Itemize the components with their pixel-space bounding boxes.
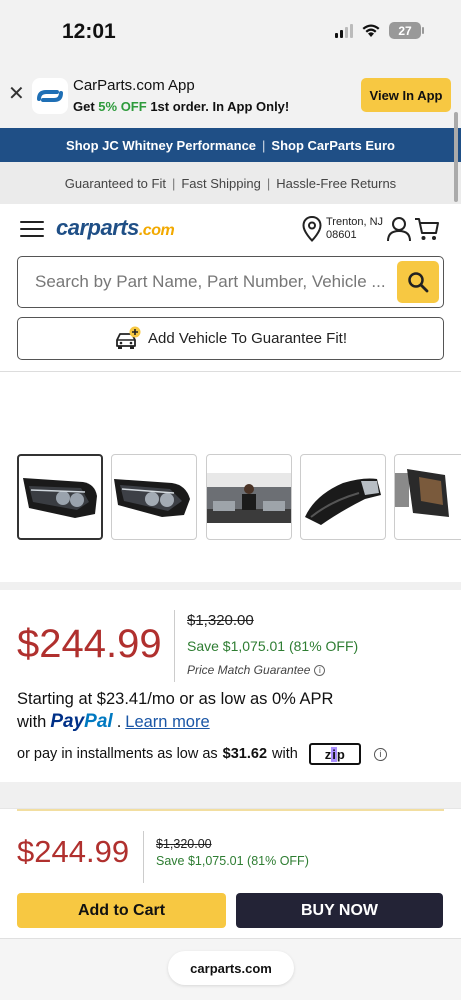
status-icons: 27 — [335, 22, 424, 39]
logo-suffix: .com — [138, 222, 175, 239]
price-divider — [143, 831, 144, 883]
thumbnail-4[interactable] — [300, 454, 386, 540]
divider — [0, 371, 461, 372]
search-icon — [408, 272, 429, 293]
price-match-label: Price Match Guarantee — [187, 663, 311, 677]
benefit-separator: | — [266, 175, 271, 191]
location-text: Trenton, NJ 08601 — [326, 216, 383, 242]
app-logo-icon — [32, 78, 68, 114]
paypal-logo-pay: Pay — [50, 711, 85, 732]
zip-prefix-text: or pay in installments as low as — [17, 746, 218, 762]
sale-price: $244.99 — [17, 622, 162, 666]
thumbnail-2[interactable] — [111, 454, 197, 540]
promo-bar: Shop JC Whitney Performance | Shop CarPa… — [0, 128, 461, 162]
banner-title: CarParts.com App — [73, 77, 195, 94]
status-time: 12:01 — [62, 20, 116, 43]
location-zip: 08601 — [326, 229, 357, 241]
zip-amount: $31.62 — [222, 746, 268, 762]
paypal-dot: . — [116, 713, 122, 731]
account-icon[interactable] — [386, 216, 412, 247]
sticky-cart-bar: $244.99 $1,320.00 Save $1,075.01 (81% OF… — [0, 808, 461, 938]
sticky-sale-price: $244.99 — [17, 834, 130, 869]
paypal-logo: PayPal — [50, 711, 112, 733]
price-match-guarantee[interactable]: Price Match Guarantee i — [187, 663, 326, 677]
benefits-bar: Guaranteed to Fit | Fast Shipping | Hass… — [0, 162, 461, 204]
site-header: carparts.com Trenton, NJ 08601 — [0, 204, 461, 254]
site-logo[interactable]: carparts.com — [56, 215, 175, 241]
sticky-original-price: $1,320.00 — [156, 837, 212, 851]
paypal-line: with PayPal . Learn more — [17, 711, 210, 733]
info-icon[interactable]: i — [373, 747, 387, 761]
thumbnail-1[interactable] — [17, 454, 103, 540]
headlight-image-icon — [305, 478, 381, 525]
buy-now-button[interactable]: BUY NOW — [236, 893, 443, 928]
status-bar: 12:01 27 — [0, 0, 461, 62]
sticky-savings-text: Save $1,075.01 (81% OFF) — [156, 854, 309, 868]
benefit-item: Hassle-Free Returns — [276, 175, 397, 191]
thumbnail-5[interactable] — [394, 454, 461, 540]
zip-with-text: with — [272, 746, 298, 762]
location-selector[interactable]: Trenton, NJ 08601 — [302, 216, 383, 242]
banner-subtitle-suffix: 1st order. In App Only! — [146, 99, 290, 114]
learn-more-link[interactable]: Learn more — [125, 713, 209, 732]
location-city: Trenton, NJ — [326, 216, 384, 228]
video-thumbnail-icon — [207, 473, 291, 523]
close-icon[interactable]: ✕ — [8, 84, 25, 104]
price-divider — [174, 610, 175, 682]
zip-logo[interactable]: zip — [308, 743, 361, 765]
banner-subtitle-prefix: Get — [73, 99, 99, 114]
zip-installments: or pay in installments as low as $31.62 … — [17, 743, 387, 765]
add-vehicle-button[interactable]: Add Vehicle To Guarantee Fit! — [17, 317, 444, 360]
browser-toolbar: carparts.com — [0, 938, 461, 1000]
add-to-cart-button[interactable]: Add to Cart — [17, 893, 226, 928]
headlight-image-icon — [114, 479, 190, 517]
carparts-euro-link[interactable]: Shop CarParts Euro — [271, 138, 395, 153]
info-icon[interactable]: i — [314, 664, 326, 676]
battery-icon: 27 — [389, 22, 424, 39]
section-separator — [0, 582, 461, 590]
benefit-item: Fast Shipping — [181, 175, 261, 191]
add-vehicle-icon — [116, 326, 141, 349]
headlight-image-icon — [395, 469, 449, 517]
paypal-financing-text: Starting at $23.41/mo or as low as 0% AP… — [17, 690, 334, 708]
image-thumbnails — [17, 454, 461, 540]
wifi-icon — [362, 24, 380, 37]
paypal-with-text: with — [17, 713, 47, 731]
discount-highlight: 5% OFF — [98, 99, 147, 114]
cart-icon[interactable] — [414, 216, 440, 247]
add-vehicle-label: Add Vehicle To Guarantee Fit! — [147, 330, 347, 347]
original-price: $1,320.00 — [187, 612, 254, 629]
search-bar: Search by Part Name, Part Number, Vehicl… — [17, 256, 444, 308]
location-pin-icon — [302, 216, 322, 242]
savings-text: Save $1,075.01 (81% OFF) — [187, 638, 359, 654]
search-button[interactable] — [397, 261, 439, 303]
promo-separator: | — [262, 137, 266, 153]
thumbnail-3-video[interactable] — [206, 454, 292, 540]
jc-whitney-link[interactable]: Shop JC Whitney Performance — [66, 138, 256, 153]
paypal-logo-pal: Pal — [84, 711, 113, 732]
banner-subtitle: Get 5% OFF 1st order. In App Only! — [73, 99, 289, 114]
logo-main: carparts — [56, 215, 139, 240]
signal-icon — [335, 23, 353, 38]
app-install-banner: ✕ CarParts.com App Get 5% OFF 1st order.… — [0, 62, 461, 128]
benefit-separator: | — [171, 175, 176, 191]
view-in-app-button[interactable]: View In App — [361, 78, 451, 112]
menu-icon[interactable] — [20, 221, 44, 238]
benefit-item: Guaranteed to Fit — [64, 175, 166, 191]
section-separator — [0, 782, 461, 808]
address-bar[interactable]: carparts.com — [168, 951, 294, 985]
headlight-image-icon — [23, 478, 97, 518]
accent-line — [17, 809, 444, 811]
search-input[interactable]: Search by Part Name, Part Number, Vehicl… — [35, 272, 395, 292]
scrollbar[interactable] — [454, 112, 458, 202]
